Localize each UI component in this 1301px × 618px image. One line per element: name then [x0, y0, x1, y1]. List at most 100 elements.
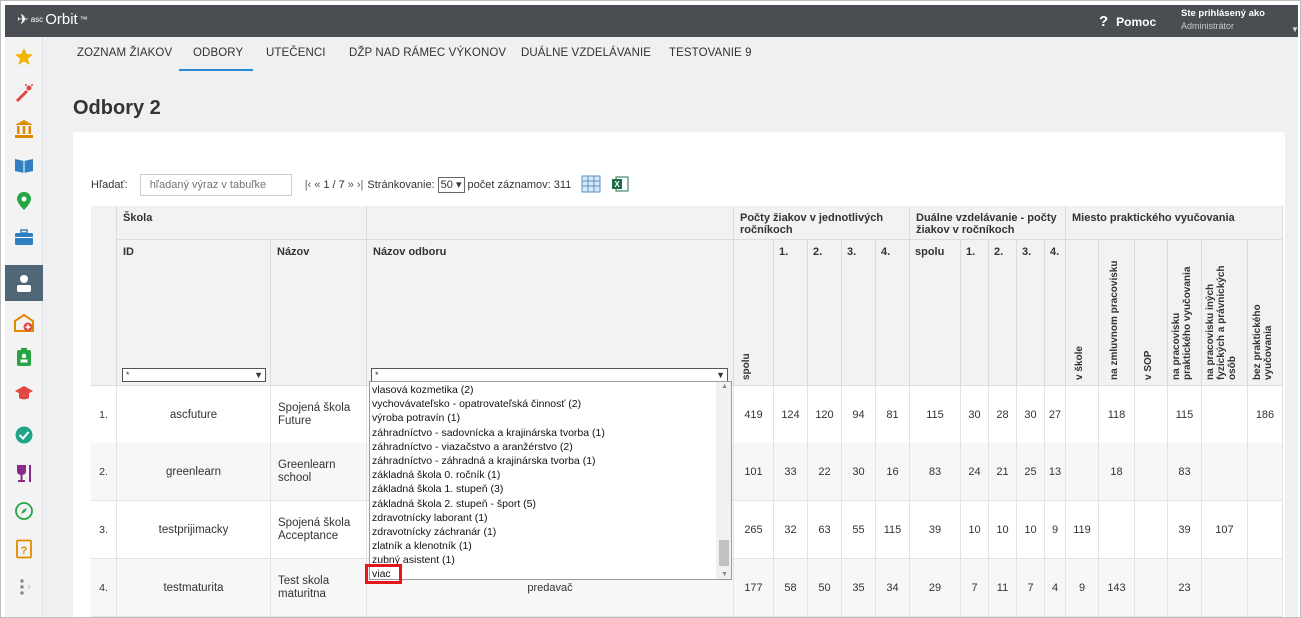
- header-branch[interactable]: Názov odboru: [367, 240, 734, 386]
- tab-utecenci[interactable]: UTEČENCI: [266, 47, 326, 59]
- student-icon: [17, 275, 31, 292]
- next-page-button[interactable]: »: [348, 179, 354, 191]
- scroll-up-icon[interactable]: ▲: [721, 383, 728, 390]
- header-c4[interactable]: 4.: [876, 240, 910, 386]
- dropdown-item[interactable]: základná škola 1. stupeň (3): [372, 482, 503, 496]
- page-title: Odbory 2: [73, 97, 161, 119]
- header-place-others[interactable]: na pracovisku iných fyzických a právnick…: [1202, 240, 1248, 386]
- prev-page-button[interactable]: «: [314, 179, 320, 191]
- header-counts-group: Počty žiakov v jednotlivých ročníkoch: [734, 206, 910, 240]
- dropdown-item[interactable]: zdravotnícky laborant (1): [372, 511, 488, 525]
- dropdown-item[interactable]: záhradníctvo - sadovnícka a krajinárska …: [372, 426, 605, 440]
- table-cell-p4: 83: [1168, 443, 1202, 501]
- search-label: Hľadať:: [91, 179, 128, 191]
- table-cell-spolu: 265: [734, 501, 774, 559]
- table-cell-p4: 115: [1168, 386, 1202, 444]
- header-id[interactable]: ID: [117, 240, 271, 386]
- table-cell-c4: 81: [876, 386, 910, 444]
- sidebar-item-badge[interactable]: [5, 339, 43, 375]
- table-cell-p6: 186: [1248, 386, 1283, 444]
- sidebar-item-checked[interactable]: [5, 417, 43, 453]
- sidebar-item-institution[interactable]: [5, 111, 43, 147]
- header-place-school[interactable]: v škole: [1066, 240, 1099, 386]
- dropdown-item[interactable]: zdravotnícky záchranár (1): [372, 525, 496, 539]
- dropdown-item[interactable]: základná škola 2. stupeň - šport (5): [372, 497, 536, 511]
- scroll-down-icon[interactable]: ▼: [721, 571, 728, 578]
- question-icon: ?: [1099, 13, 1109, 30]
- header-d1-label: 1.: [966, 246, 976, 258]
- dropdown-item[interactable]: záhradníctvo - viazačstvo a aranžérstvo …: [372, 440, 573, 454]
- sidebar-item-compass[interactable]: [5, 493, 43, 529]
- header-dual-spolu[interactable]: spolu: [910, 240, 961, 386]
- star-icon: [15, 48, 33, 65]
- first-page-button[interactable]: |‹: [305, 179, 312, 191]
- user-menu[interactable]: Ste prihlásený ako Administrátor: [1181, 7, 1265, 33]
- tab-testovanie-9[interactable]: TESTOVANIE 9: [669, 47, 752, 59]
- graduation-cap-icon: [15, 386, 33, 400]
- header-d2[interactable]: 2.: [989, 240, 1017, 386]
- satellite-icon: ✈: [17, 11, 29, 27]
- dropdown-item[interactable]: vlasová kozmetika (2): [372, 383, 474, 397]
- dropdown-item[interactable]: vychovávateľsko - opatrovateľská činnosť…: [372, 397, 581, 411]
- table-toolbar: Hľadať: |‹ « 1 / 7 » ›| Stránkovanie: 50…: [91, 173, 629, 197]
- table-cell-p3: [1135, 386, 1168, 444]
- sidebar-item-catering[interactable]: [5, 455, 43, 491]
- caret-down-icon[interactable]: ▼: [1291, 25, 1299, 34]
- tab-odbory[interactable]: ODBORY: [193, 47, 243, 59]
- header-d4[interactable]: 4.: [1045, 240, 1066, 386]
- sidebar-item-wizard[interactable]: [5, 75, 43, 111]
- table-cell-d3: 7: [1017, 559, 1045, 617]
- header-name[interactable]: Názov: [271, 240, 367, 386]
- header-name-label: Názov: [277, 246, 310, 258]
- dropdown-item[interactable]: zlatník a klenotník (1): [372, 539, 472, 553]
- filter-branch-select[interactable]: * ▼: [371, 368, 728, 382]
- sidebar-item-school-add[interactable]: [5, 305, 43, 341]
- header-d3[interactable]: 3.: [1017, 240, 1045, 386]
- header-counts-label: Počty žiakov v jednotlivých ročníkoch: [740, 212, 884, 236]
- header-c1[interactable]: 1.: [774, 240, 808, 386]
- header-place-practical[interactable]: na pracovisku praktického vyučovania: [1168, 240, 1202, 386]
- record-count: počet záznamov: 311: [467, 179, 572, 191]
- header-counts-spolu[interactable]: spolu: [734, 240, 774, 386]
- tab-dualne-vzdelavanie[interactable]: DUÁLNE VZDELÁVANIE: [521, 47, 651, 59]
- sidebar-item-favorites[interactable]: [5, 39, 43, 75]
- sidebar-item-briefcase[interactable]: [5, 219, 43, 255]
- logo[interactable]: ✈ asc Orbit ™: [17, 11, 88, 28]
- compass-icon: [15, 502, 33, 520]
- paging-select[interactable]: 50 ▾: [437, 177, 465, 193]
- columns-icon[interactable]: [581, 175, 601, 196]
- header-place-sop[interactable]: v SOP: [1135, 240, 1168, 386]
- dropdown-item[interactable]: základná škola 0. ročník (1): [372, 468, 500, 482]
- header-d1[interactable]: 1.: [961, 240, 989, 386]
- help-button[interactable]: ? Pomoc: [1099, 13, 1156, 30]
- search-input[interactable]: [139, 174, 292, 196]
- sidebar-item-graduation[interactable]: [5, 375, 43, 411]
- scroll-thumb[interactable]: [719, 540, 729, 566]
- dropdown-item[interactable]: záhradníctvo - záhradná a krajinárska tv…: [372, 454, 596, 468]
- last-page-button[interactable]: ›|: [357, 179, 364, 191]
- header-c2[interactable]: 2.: [808, 240, 842, 386]
- header-place-none[interactable]: bez praktického vyučovania: [1248, 240, 1283, 386]
- excel-export-icon[interactable]: X: [611, 175, 629, 196]
- table-cell-id: testprijimacky: [117, 501, 271, 559]
- filter-id-select[interactable]: * ▼: [122, 368, 266, 382]
- sidebar-item-books[interactable]: [5, 147, 43, 183]
- table-cell-d2: 11: [989, 559, 1017, 617]
- user-line2: Administrátor: [1181, 21, 1235, 31]
- tab-dzp[interactable]: DŽP NAD RÁMEC VÝKONOV: [349, 47, 506, 59]
- sidebar-item-students[interactable]: [5, 265, 43, 301]
- dropdown-scrollbar[interactable]: ▲ ▼: [716, 382, 731, 579]
- sidebar-item-location[interactable]: [5, 183, 43, 219]
- header-c3[interactable]: 3.: [842, 240, 876, 386]
- header-place-contract[interactable]: na zmluvnom pracovisku: [1099, 240, 1135, 386]
- tab-zoznam-ziakov[interactable]: ZOZNAM ŽIAKOV: [77, 47, 172, 59]
- table-cell-p2: [1099, 501, 1135, 559]
- sidebar-item-help[interactable]: ?: [5, 531, 43, 567]
- header-dual-label: Duálne vzdelávanie - počty žiakov v ročn…: [916, 212, 1057, 236]
- branch-dropdown-list[interactable]: vlasová kozmetika (2) vychovávateľsko - o…: [369, 381, 732, 580]
- help-label: Pomoc: [1116, 14, 1157, 29]
- dropdown-item[interactable]: výroba potravín (1): [372, 411, 460, 425]
- sidebar-item-more[interactable]: [5, 569, 43, 605]
- filter-branch-value: *: [375, 370, 379, 380]
- header-id-label: ID: [123, 246, 134, 258]
